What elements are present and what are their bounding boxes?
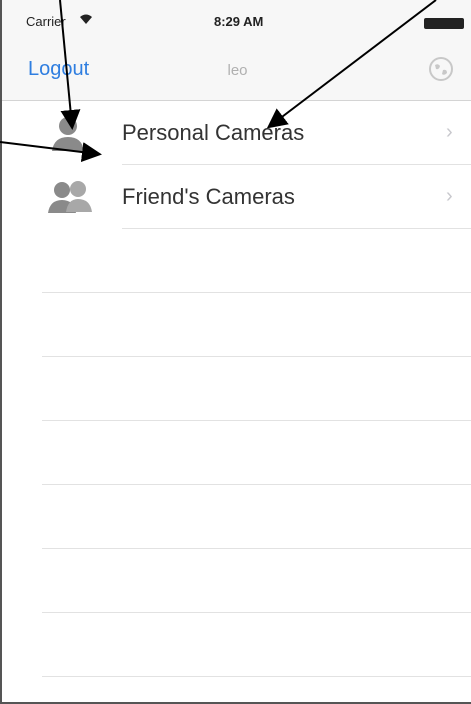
row-separator bbox=[122, 228, 471, 229]
navigation-bar: Logout leo bbox=[2, 40, 471, 101]
wifi-icon bbox=[78, 12, 94, 29]
list-item-friends-cameras[interactable]: Friend's Cameras › bbox=[2, 165, 471, 229]
nav-title: leo bbox=[227, 62, 248, 79]
empty-row-separator bbox=[42, 548, 471, 549]
list-item-label: Friend's Cameras bbox=[122, 184, 295, 209]
app-frame: Carrier 8:29 AM Logout leo Personal Came… bbox=[0, 0, 471, 704]
globe-icon[interactable] bbox=[428, 56, 454, 82]
status-bar: Carrier 8:29 AM bbox=[2, 0, 471, 40]
empty-row-separator bbox=[42, 356, 471, 357]
empty-row-separator bbox=[42, 484, 471, 485]
empty-row-separator bbox=[42, 612, 471, 613]
carrier-label: Carrier bbox=[26, 14, 66, 29]
chevron-right-icon: › bbox=[446, 121, 453, 143]
empty-row-separator bbox=[42, 420, 471, 421]
single-user-icon bbox=[46, 115, 94, 153]
chevron-right-icon: › bbox=[446, 185, 453, 207]
empty-row-separator bbox=[42, 292, 471, 293]
battery-icon bbox=[424, 18, 464, 29]
clock: 8:29 AM bbox=[214, 14, 264, 29]
list-item-personal-cameras[interactable]: Personal Cameras › bbox=[2, 101, 471, 165]
list-item-label: Personal Cameras bbox=[122, 120, 305, 145]
group-users-icon bbox=[46, 179, 94, 217]
empty-row-separator bbox=[42, 676, 471, 677]
